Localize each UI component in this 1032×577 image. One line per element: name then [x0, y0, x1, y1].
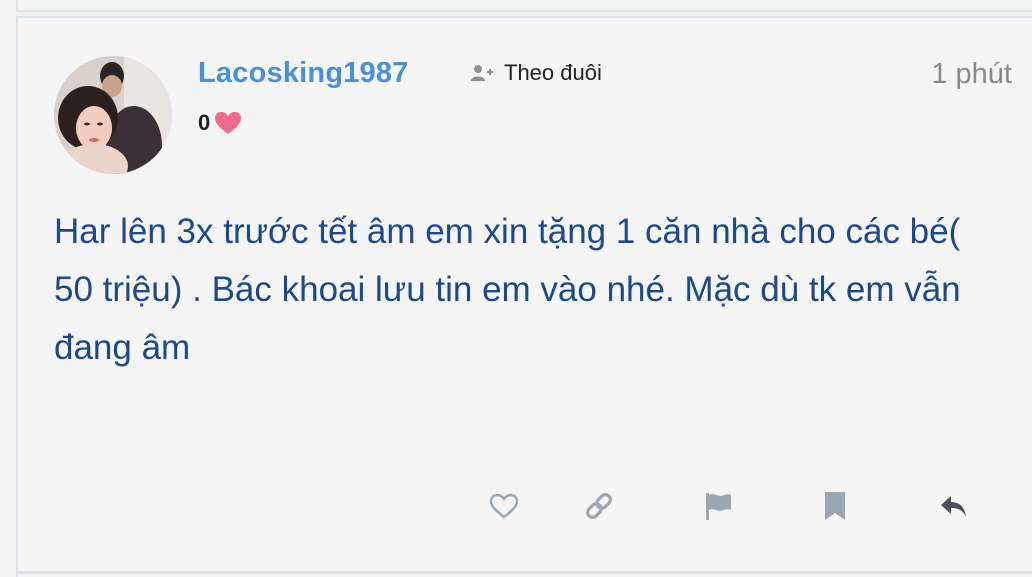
like-button[interactable] — [484, 486, 524, 526]
post-time[interactable]: 1 phút — [931, 58, 1012, 91]
post-content: Har lên 3x trước tết âm em xin tặng 1 că… — [54, 212, 961, 367]
reputation-count: 0 — [198, 110, 211, 135]
author-name[interactable]: Lacosking1987 — [198, 57, 409, 90]
link-icon — [586, 493, 612, 519]
report-button[interactable] — [698, 486, 738, 526]
follow-label: Theo đuôi — [504, 60, 602, 85]
previous-post-card — [16, 0, 1032, 12]
page: Lacosking1987 Theo đuôi 1 phút 0 Har lên… — [0, 0, 1032, 577]
reputation: 0 — [198, 110, 242, 136]
share-link-button[interactable] — [579, 486, 619, 526]
follow-button[interactable]: Theo đuôi — [470, 60, 602, 86]
reply-icon — [941, 496, 966, 517]
heart-icon — [215, 112, 242, 134]
heart-outline-icon — [489, 493, 519, 519]
post-divider — [16, 571, 1032, 574]
user-plus-icon — [471, 65, 493, 81]
avatar-image — [54, 56, 172, 174]
post-actions — [18, 486, 1032, 526]
bookmark-button[interactable] — [815, 486, 855, 526]
bookmark-icon — [825, 492, 845, 520]
post-card: Lacosking1987 Theo đuôi 1 phút 0 Har lên… — [16, 16, 1032, 577]
reply-button[interactable] — [934, 486, 974, 526]
flag-icon — [706, 493, 731, 520]
avatar[interactable] — [54, 56, 172, 174]
